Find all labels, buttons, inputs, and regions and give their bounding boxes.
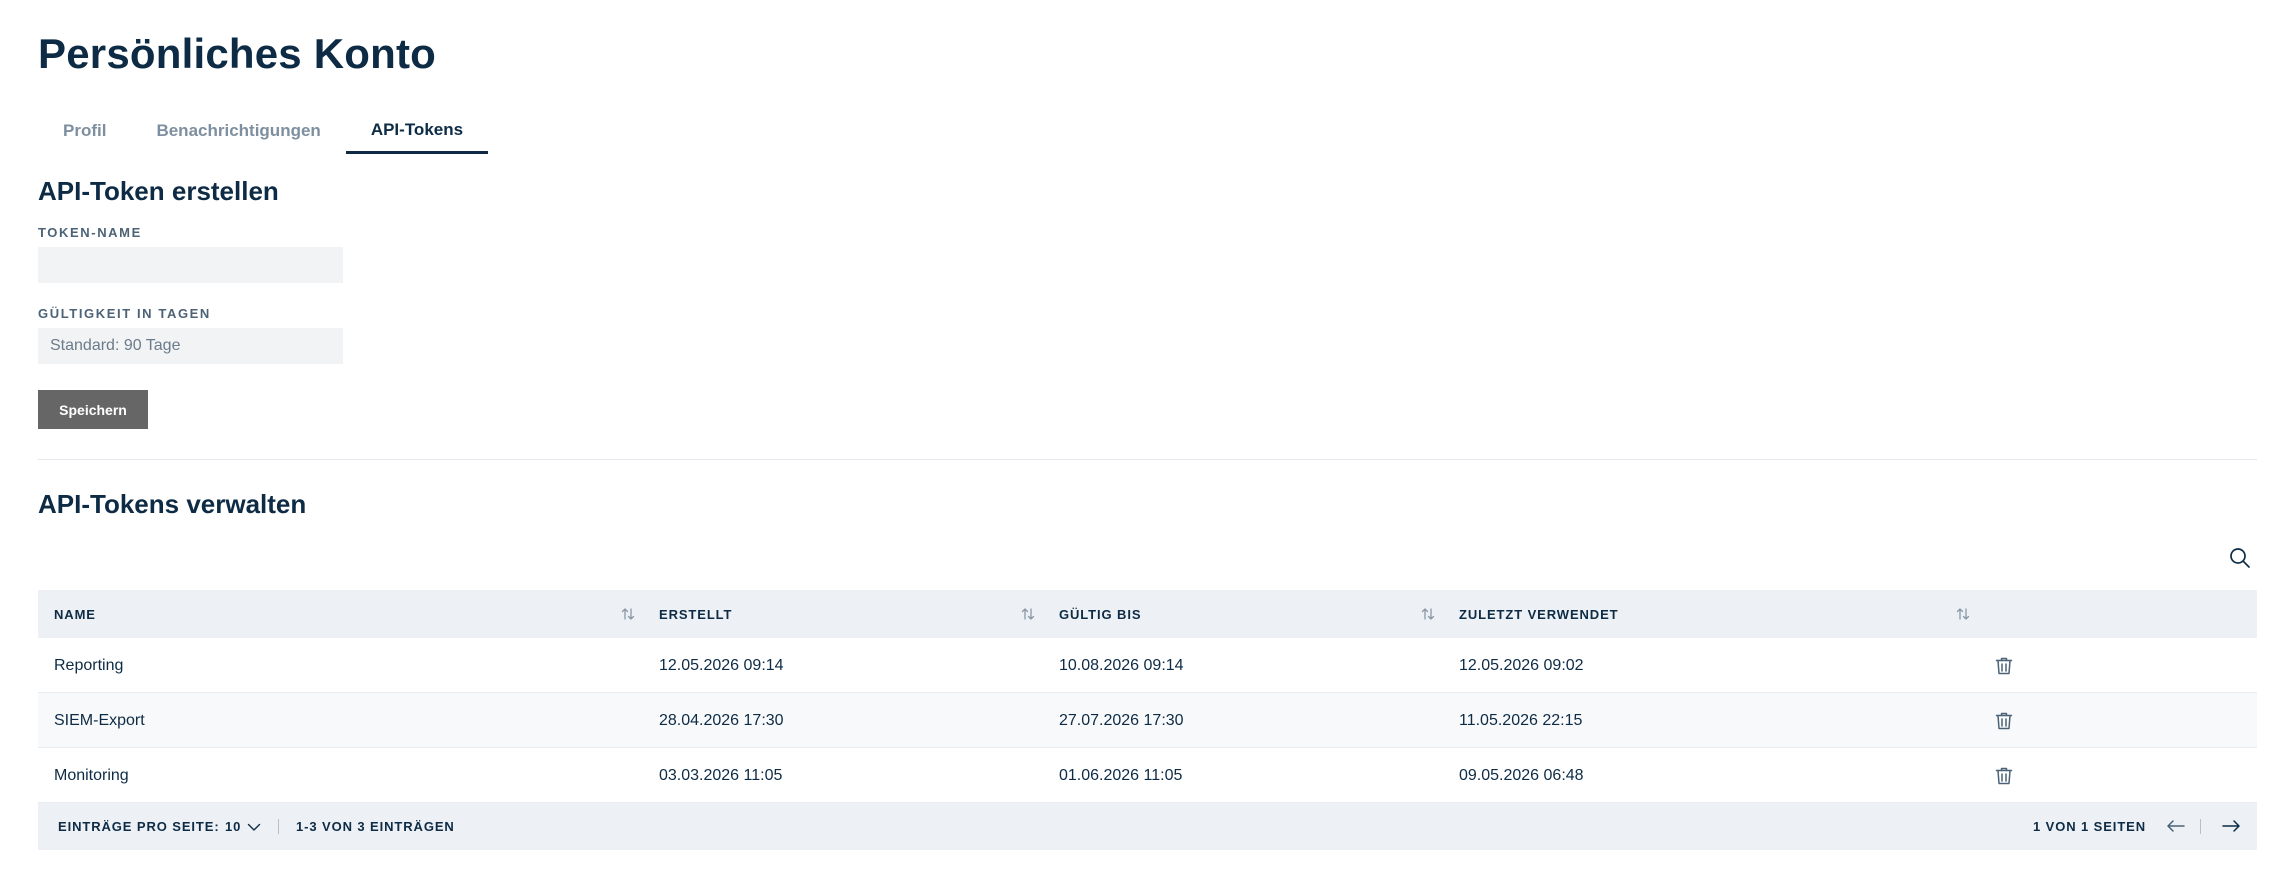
table-footer: EINTRÄGE PRO SEITE: 10 1-3 VON 3 EINTRÄG… (38, 803, 2257, 850)
trash-icon[interactable] (1993, 710, 2015, 732)
search-icon[interactable] (2228, 546, 2252, 570)
created-cell: 12.05.2026 09:14 (659, 656, 784, 674)
table-header: NAME ERSTELLT GÜLTIG BIS ZULETZT VERWEND… (38, 590, 2257, 638)
per-page-select[interactable]: 10 (225, 803, 261, 850)
chevron-down-icon (247, 822, 261, 832)
manage-tokens-heading: API-Tokens verwalten (38, 489, 307, 519)
token-name-input[interactable] (38, 247, 343, 283)
sort-icon[interactable] (1955, 606, 1971, 622)
footer-divider (2200, 819, 2201, 834)
tab-bar: Profil Benachrichtigungen API-Tokens (38, 108, 489, 154)
per-page-value: 10 (225, 819, 242, 834)
sort-icon[interactable] (1420, 606, 1436, 622)
valid-until-cell: 10.08.2026 09:14 (1059, 656, 1184, 674)
footer-divider (278, 819, 279, 834)
last-used-cell: 09.05.2026 06:48 (1459, 766, 1584, 784)
tab-benachrichtigungen[interactable]: Benachrichtigungen (131, 108, 345, 154)
per-page-label: EINTRÄGE PRO SEITE: (58, 819, 220, 834)
tab-profil[interactable]: Profil (38, 108, 131, 154)
created-cell: 03.03.2026 11:05 (659, 766, 783, 784)
save-button[interactable]: Speichern (38, 390, 148, 429)
create-token-heading: API-Token erstellen (38, 176, 279, 206)
column-header-created[interactable]: ERSTELLT (659, 590, 732, 638)
sort-icon[interactable] (1020, 606, 1036, 622)
trash-icon[interactable] (1993, 765, 2015, 787)
page-title: Persönliches Konto (38, 30, 437, 77)
tokens-table: NAME ERSTELLT GÜLTIG BIS ZULETZT VERWEND… (38, 590, 2257, 850)
valid-until-cell: 01.06.2026 11:05 (1059, 766, 1183, 784)
tab-api-tokens[interactable]: API-Tokens (345, 108, 489, 154)
table-row: Reporting 12.05.2026 09:14 10.08.2026 09… (38, 638, 2257, 693)
entries-range: 1-3 VON 3 EINTRÄGEN (296, 819, 455, 834)
trash-icon[interactable] (1993, 655, 2015, 677)
valid-until-cell: 27.07.2026 17:30 (1059, 711, 1184, 729)
validity-label: GÜLTIGKEIT IN TAGEN (38, 306, 211, 321)
token-name-cell: SIEM-Export (54, 711, 145, 729)
page-indicator: 1 VON 1 SEITEN (2033, 819, 2147, 834)
arrow-left-icon[interactable] (2164, 814, 2188, 838)
token-name-label: TOKEN-NAME (38, 225, 142, 240)
section-divider (38, 459, 2257, 460)
validity-input[interactable] (38, 328, 343, 364)
column-header-valid-until[interactable]: GÜLTIG BIS (1059, 590, 1141, 638)
column-header-name[interactable]: NAME (54, 590, 96, 638)
last-used-cell: 11.05.2026 22:15 (1459, 711, 1583, 729)
table-row: Monitoring 03.03.2026 11:05 01.06.2026 1… (38, 748, 2257, 803)
sort-icon[interactable] (620, 606, 636, 622)
token-name-cell: Monitoring (54, 766, 129, 784)
created-cell: 28.04.2026 17:30 (659, 711, 784, 729)
token-name-cell: Reporting (54, 656, 124, 674)
table-row: SIEM-Export 28.04.2026 17:30 27.07.2026 … (38, 693, 2257, 748)
column-header-last-used[interactable]: ZULETZT VERWENDET (1459, 590, 1619, 638)
arrow-right-icon[interactable] (2219, 814, 2243, 838)
last-used-cell: 12.05.2026 09:02 (1459, 656, 1584, 674)
